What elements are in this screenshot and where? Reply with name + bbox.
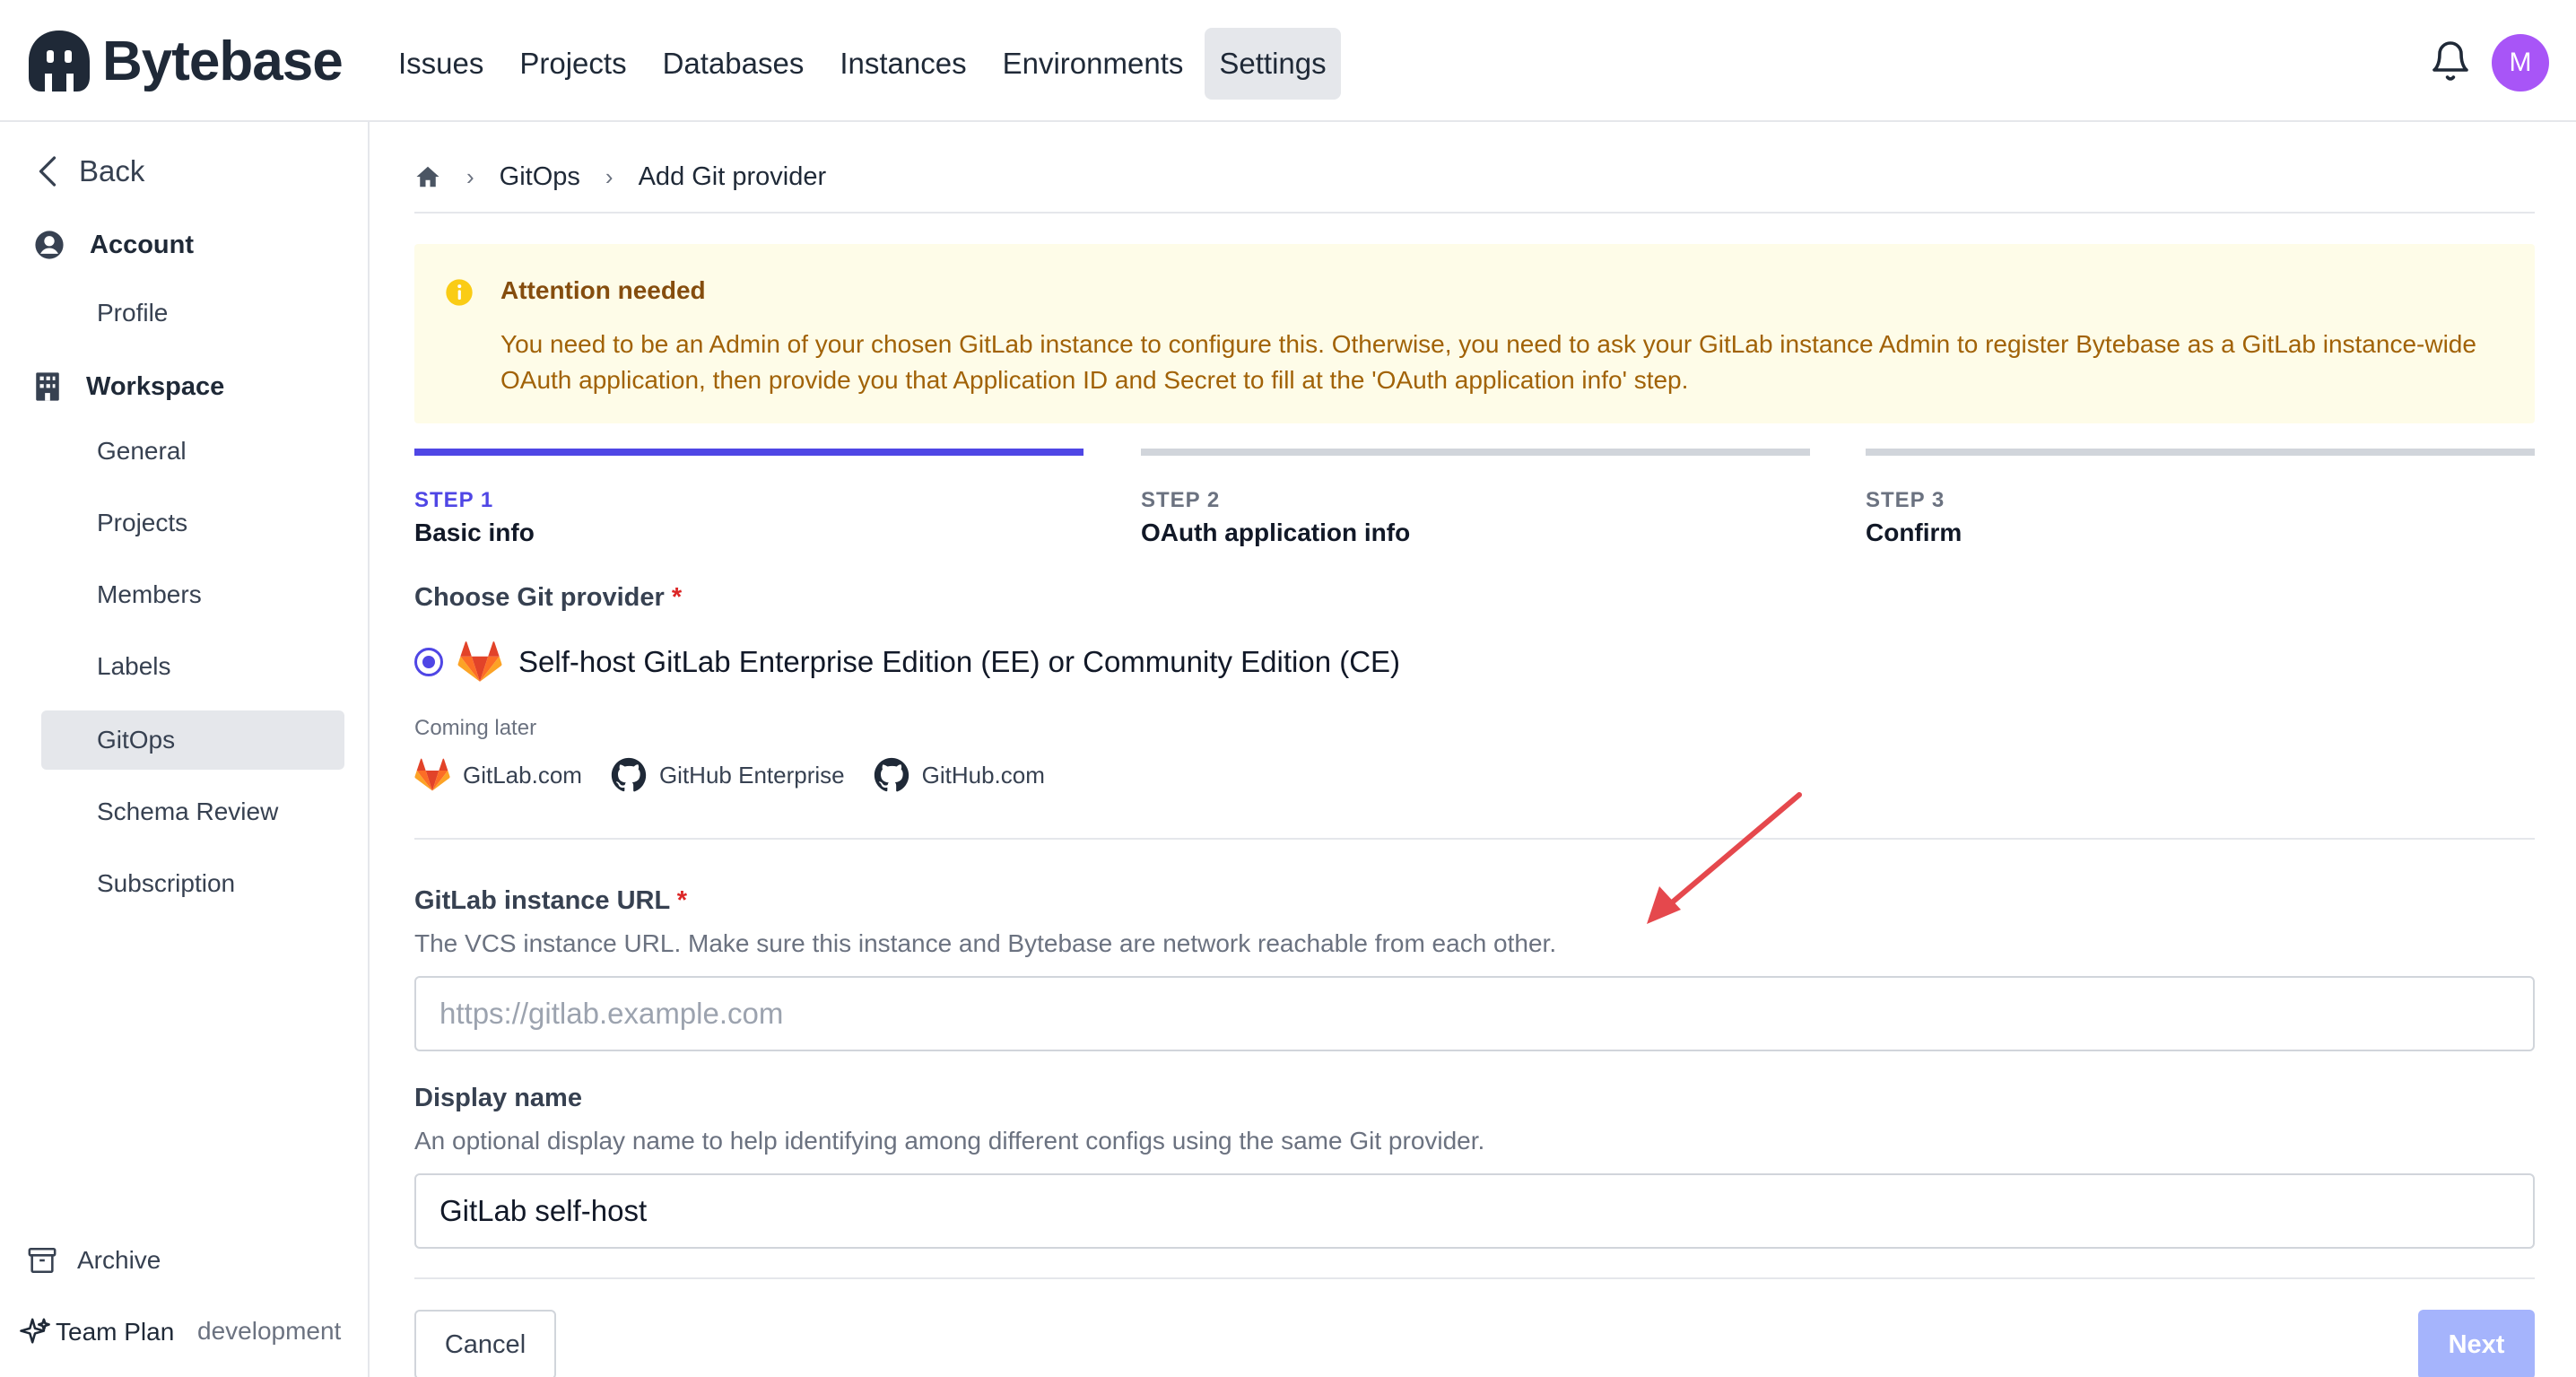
provider-option-label: Self-host GitLab Enterprise Edition (EE)… (518, 645, 1401, 678)
home-icon[interactable] (414, 163, 441, 190)
user-avatar[interactable]: M (2492, 34, 2549, 92)
gitlab-icon (414, 758, 450, 791)
bytebase-logo-icon (29, 31, 90, 92)
main-nav: Issues Projects Databases Instances Envi… (384, 28, 1341, 100)
nav-settings[interactable]: Settings (1205, 28, 1341, 100)
step-1[interactable]: STEP 1 Basic info (414, 449, 1083, 547)
back-link[interactable]: Back (36, 154, 144, 188)
instance-url-input[interactable] (414, 976, 2535, 1051)
display-name-help-text: An optional display name to help identif… (414, 1127, 1485, 1155)
provider-option-self-host-gitlab[interactable]: Self-host GitLab Enterprise Edition (EE)… (414, 641, 1400, 684)
breadcrumb: › GitOps › Add Git provider (414, 154, 826, 199)
nav-databases[interactable]: Databases (648, 28, 819, 100)
divider (414, 1277, 2535, 1279)
nav-instances[interactable]: Instances (825, 28, 980, 100)
step-progress-bar (1866, 449, 2535, 456)
attention-alert: Attention needed You need to be an Admin… (414, 244, 2535, 423)
sidebar-item-projects[interactable]: Projects (41, 493, 344, 553)
account-heading: Account (34, 230, 194, 260)
sidebar-item-gitops[interactable]: GitOps (41, 710, 344, 770)
sidebar-item-general[interactable]: General (41, 422, 344, 481)
alert-message: You need to be an Admin of your chosen G… (500, 330, 2476, 394)
breadcrumb-current: Add Git provider (638, 161, 827, 191)
sidebar-item-schema-review[interactable]: Schema Review (41, 782, 344, 841)
chevron-left-icon (39, 156, 57, 187)
github-icon (611, 757, 647, 792)
back-label: Back (79, 154, 145, 187)
archive-icon (28, 1247, 57, 1274)
display-name-input[interactable] (414, 1173, 2535, 1249)
provider-gitlab-com: GitLab.com (414, 758, 582, 792)
github-icon (874, 757, 909, 792)
sparkles-icon (20, 1318, 50, 1344)
step-2[interactable]: STEP 2 OAuth application info (1141, 449, 1810, 547)
bell-icon[interactable] (2429, 39, 2472, 83)
alert-title: Attention needed (500, 276, 706, 304)
plan-badge[interactable]: Team Plan (20, 1317, 174, 1347)
radio-button[interactable] (414, 648, 443, 676)
brand-name: Bytebase (102, 30, 344, 92)
bytebase-logo[interactable]: Bytebase (25, 27, 344, 95)
next-button[interactable]: Next (2418, 1310, 2535, 1377)
provider-github-enterprise: GitHub Enterprise (611, 757, 845, 793)
user-circle-icon (35, 231, 64, 259)
top-navigation-bar: Bytebase Issues Projects Databases Insta… (0, 0, 2576, 122)
provider-github-com: GitHub.com (874, 757, 1045, 793)
cancel-button[interactable]: Cancel (414, 1310, 556, 1377)
step-progress-bar (414, 449, 1083, 456)
gitlab-icon (457, 641, 502, 682)
building-icon (36, 372, 59, 401)
annotation-arrow-icon (1647, 792, 1802, 924)
workspace-heading: Workspace (34, 371, 224, 402)
url-label: GitLab instance URL * (414, 886, 688, 915)
nav-environments[interactable]: Environments (988, 28, 1198, 100)
settings-sidebar: Back Account Profile Workspace General P… (0, 122, 370, 1377)
environment-label: development (197, 1317, 342, 1345)
archive-link[interactable]: Archive (27, 1245, 161, 1276)
divider (414, 838, 2535, 840)
step-progress-bar (1141, 449, 1810, 456)
chevron-right-icon: › (466, 162, 474, 190)
divider (414, 212, 2535, 214)
provider-label: Choose Git provider * (414, 583, 683, 612)
sidebar-item-profile[interactable]: Profile (41, 283, 344, 343)
sidebar-item-labels[interactable]: Labels (41, 637, 344, 696)
sidebar-item-members[interactable]: Members (41, 565, 344, 624)
sidebar-item-subscription[interactable]: Subscription (41, 854, 344, 913)
breadcrumb-gitops[interactable]: GitOps (500, 162, 580, 192)
chevron-right-icon: › (605, 162, 614, 190)
coming-later-providers: GitLab.com GitHub Enterprise GitHub.com (414, 757, 1074, 793)
nav-projects[interactable]: Projects (505, 28, 640, 100)
info-icon (446, 279, 473, 306)
coming-later-label: Coming later (414, 716, 537, 740)
display-name-label: Display name (414, 1084, 582, 1112)
step-3[interactable]: STEP 3 Confirm (1866, 449, 2535, 547)
nav-issues[interactable]: Issues (384, 28, 498, 100)
url-help-text: The VCS instance URL. Make sure this ins… (414, 929, 1557, 957)
